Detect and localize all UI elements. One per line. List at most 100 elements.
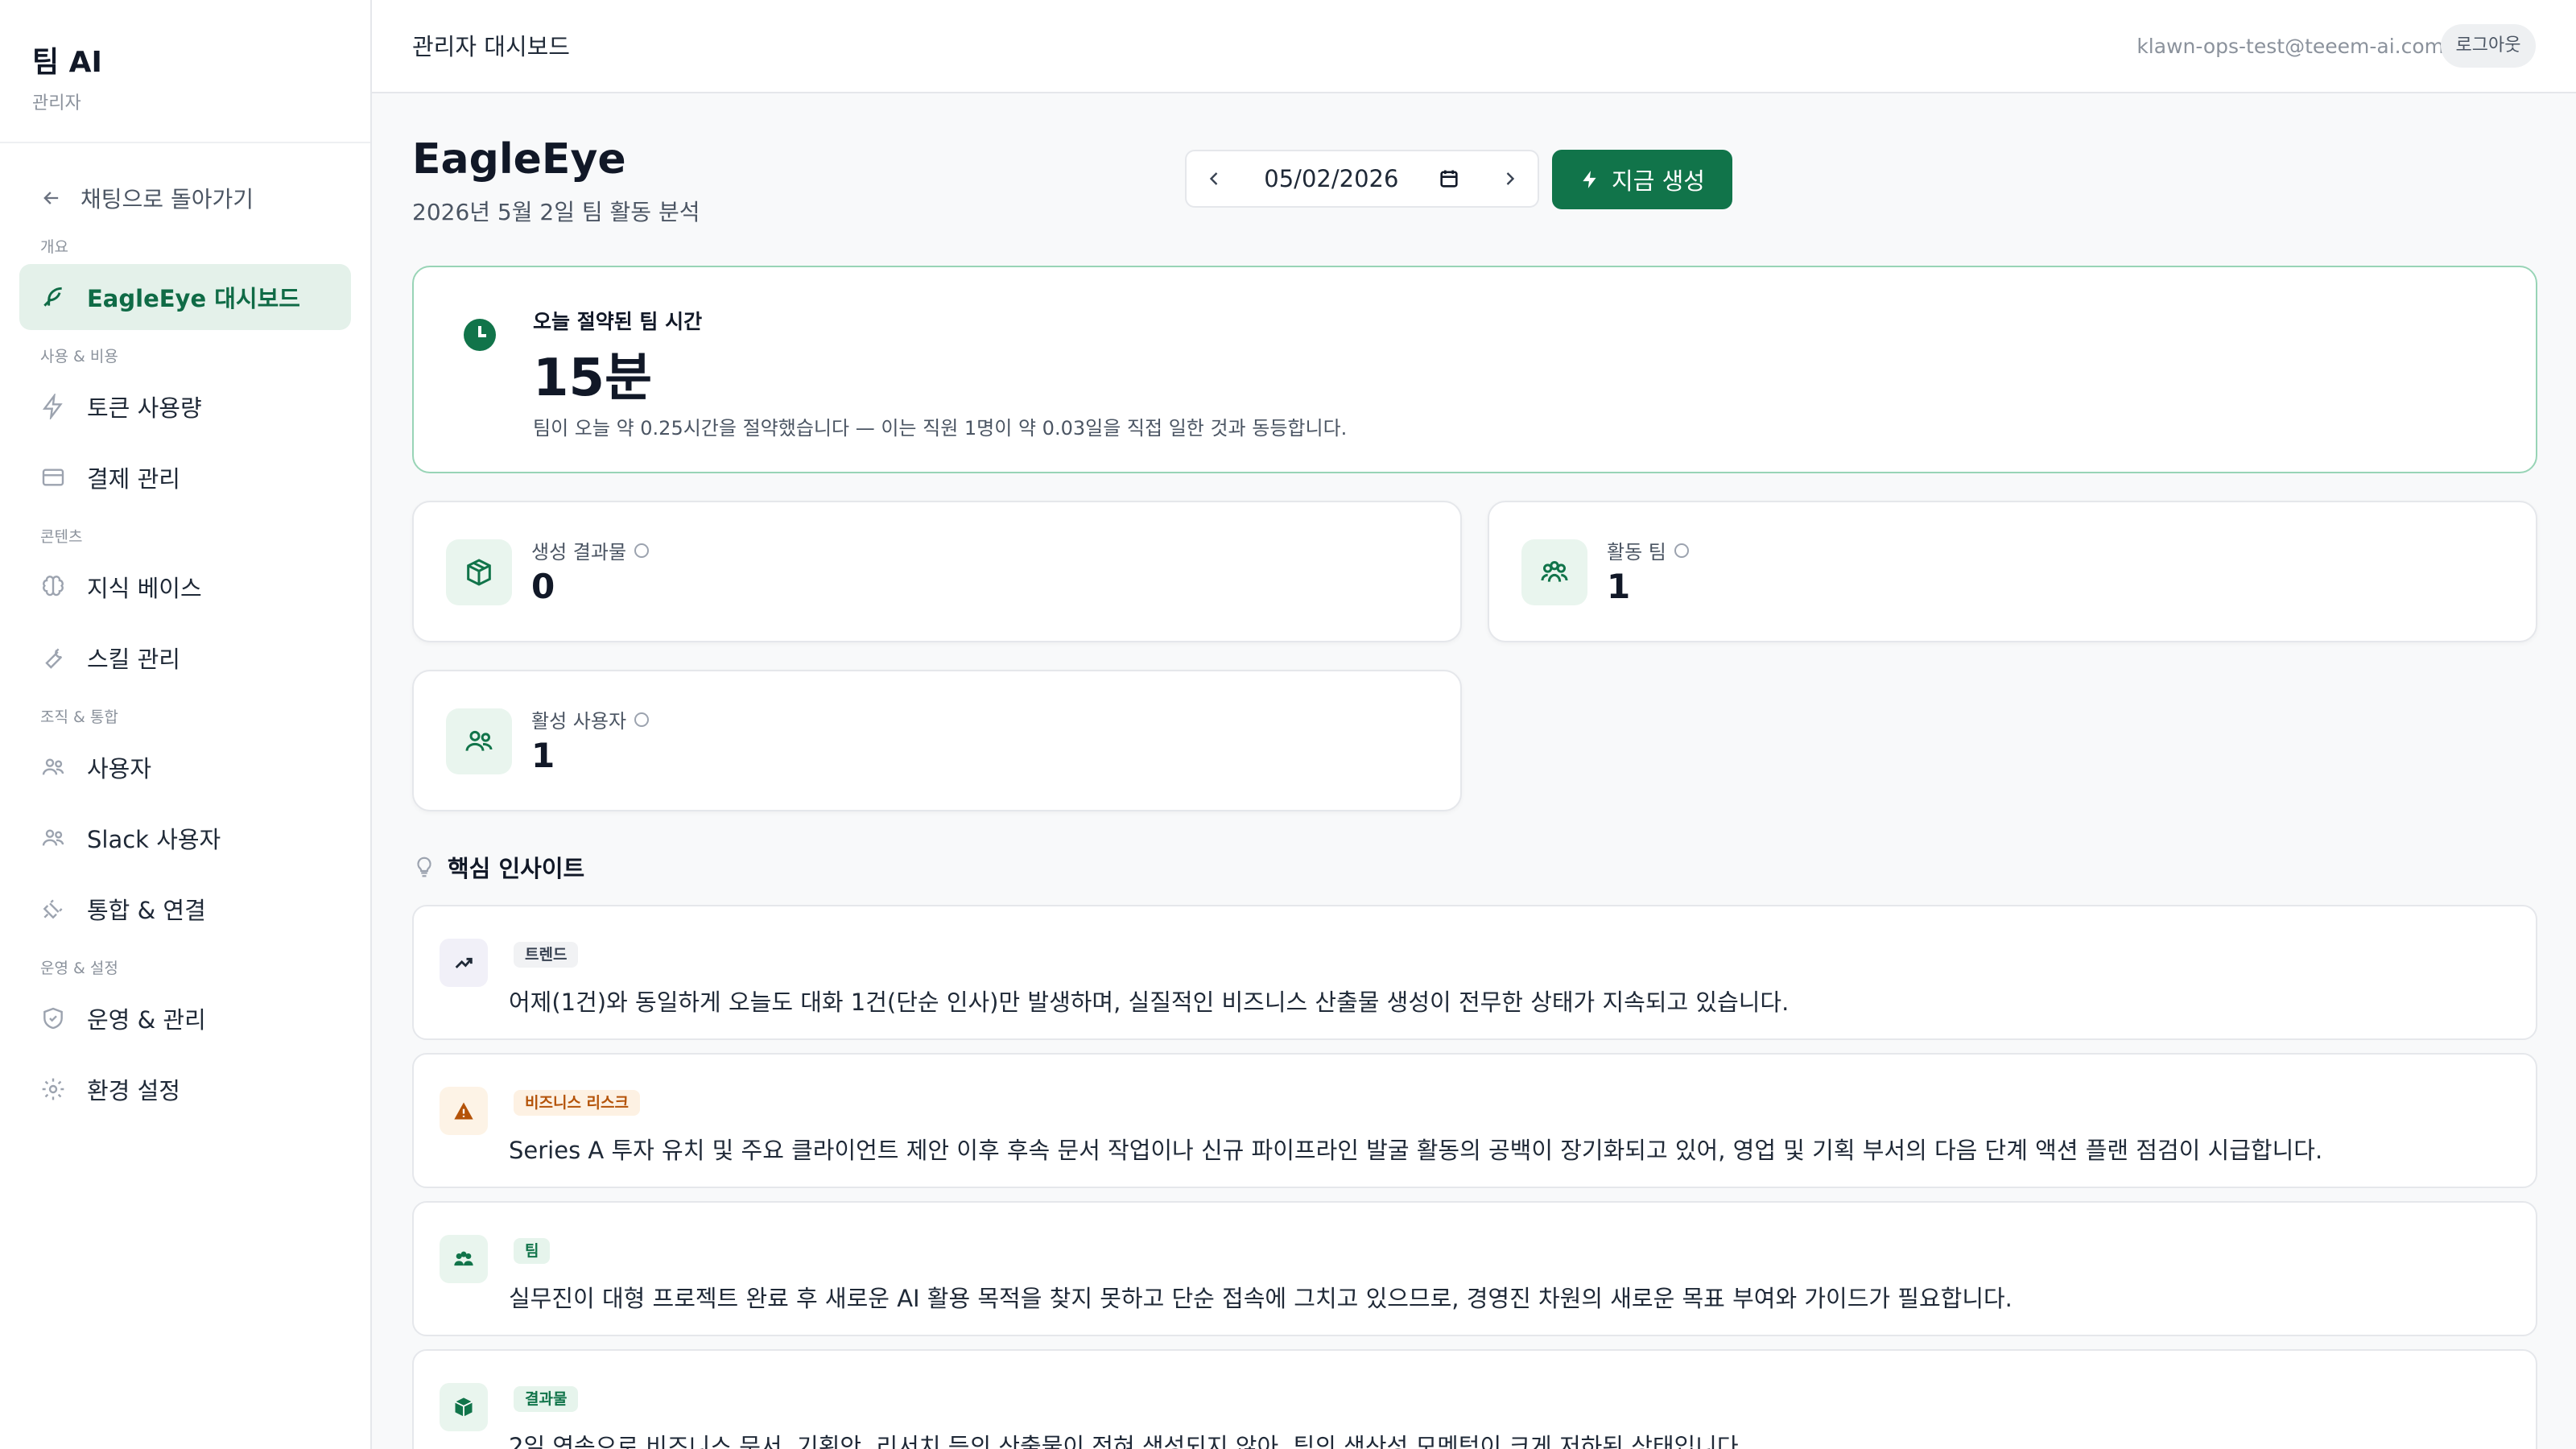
users-icon bbox=[42, 829, 64, 846]
topbar: 관리자 대시보드 klawn-ops-test@teeem-ai.com 로그아… bbox=[372, 0, 2576, 93]
arrow-left-icon bbox=[43, 192, 59, 204]
users-icon bbox=[446, 708, 512, 774]
sidebar-item-label: 통합 & 연결 bbox=[87, 897, 206, 924]
team-icon bbox=[440, 1235, 488, 1283]
section-ops: 운영 & 설정 bbox=[40, 960, 118, 977]
chevron-right-icon[interactable] bbox=[1499, 167, 1521, 190]
sidebar-item-users[interactable]: 사용자 bbox=[19, 734, 351, 800]
sidebar-item-integrations[interactable]: 통합 & 연결 bbox=[19, 876, 351, 942]
stat-label: 활성 사용자 bbox=[531, 705, 650, 733]
sidebar-item-eagleeye[interactable]: EagleEye 대시보드 bbox=[19, 264, 351, 330]
wrench-icon bbox=[45, 648, 63, 669]
stat-label-text: 활동 팀 bbox=[1607, 541, 1666, 564]
lightbulb-icon bbox=[417, 857, 431, 877]
info-icon[interactable] bbox=[1674, 543, 1689, 558]
team-icon bbox=[1521, 539, 1587, 605]
stat-label: 생성 결과물 bbox=[531, 536, 650, 564]
warning-icon bbox=[440, 1087, 488, 1135]
sidebar: 팀 AI 관리자 채팅으로 돌아가기 개요 EagleEye 대시보드 사용 &… bbox=[0, 0, 372, 1449]
insight-tag: 결과물 bbox=[514, 1386, 579, 1412]
info-icon[interactable] bbox=[634, 712, 650, 727]
stat-label: 활동 팀 bbox=[1607, 536, 1689, 564]
insight-card-risk: 비즈니스 리스크 Series A 투자 유치 및 주요 클라이언트 제안 이후… bbox=[412, 1053, 2537, 1188]
brand-title: 팀 AI bbox=[32, 46, 102, 79]
insight-card-trend: 트렌드 어제(1건)와 동일하게 오늘도 대화 1건(단순 인사)만 발생하며,… bbox=[412, 905, 2537, 1040]
generate-now-label: 지금 생성 bbox=[1612, 167, 1705, 195]
sidebar-item-label: 토큰 사용량 bbox=[87, 394, 202, 422]
insight-text: 실무진이 대형 프로젝트 완료 후 새로운 AI 활용 목적을 찾지 못하고 단… bbox=[509, 1285, 2013, 1312]
sidebar-item-label: Slack 사용자 bbox=[87, 826, 221, 853]
lightning-icon bbox=[42, 394, 63, 419]
brand: 팀 AI 관리자 bbox=[0, 0, 370, 143]
logout-button[interactable]: 로그아웃 bbox=[2441, 24, 2536, 68]
section-overview: 개요 bbox=[40, 238, 68, 256]
stat-card-teams: 활동 팀 1 bbox=[1488, 501, 2537, 642]
sidebar-item-label: EagleEye 대시보드 bbox=[87, 285, 300, 312]
sidebar-item-slack-users[interactable]: Slack 사용자 bbox=[19, 805, 351, 871]
credit-card-icon bbox=[42, 469, 64, 486]
sidebar-nav: 채팅으로 돌아가기 개요 EagleEye 대시보드 사용 & 비용 토큰 사용… bbox=[0, 143, 370, 1143]
chevron-left-icon[interactable] bbox=[1203, 167, 1225, 190]
time-saved-description: 팀이 오늘 약 0.25시간을 절약했습니다 — 이는 직원 1명이 약 0.0… bbox=[533, 417, 1348, 440]
back-to-chat-label: 채팅으로 돌아가기 bbox=[80, 186, 254, 213]
stat-value: 1 bbox=[531, 736, 555, 775]
stat-label-text: 생성 결과물 bbox=[531, 541, 627, 564]
date-picker: 05/02/2026 bbox=[1185, 150, 1539, 208]
lightning-icon bbox=[1583, 171, 1596, 188]
shield-icon bbox=[43, 1007, 63, 1030]
stat-card-users: 활성 사용자 1 bbox=[412, 670, 1462, 811]
insights-heading-label: 핵심 인사이트 bbox=[448, 855, 585, 882]
section-org: 조직 & 통합 bbox=[40, 708, 118, 726]
insight-text: 2일 연속으로 비즈니스 문서, 기획안, 리서치 등의 산출물이 전혀 생성되… bbox=[509, 1433, 1746, 1449]
insight-tag: 트렌드 bbox=[514, 942, 579, 968]
info-icon[interactable] bbox=[634, 543, 650, 558]
sidebar-item-skills[interactable]: 스킬 관리 bbox=[19, 625, 351, 691]
insight-tag: 비즈니스 리스크 bbox=[514, 1090, 640, 1116]
page-subtitle: 2026년 5월 2일 팀 활동 분석 bbox=[412, 199, 700, 225]
feather-icon bbox=[43, 287, 62, 307]
insight-text: Series A 투자 유치 및 주요 클라이언트 제안 이후 후속 문서 작업… bbox=[509, 1137, 2323, 1164]
section-content: 콘텐츠 bbox=[40, 528, 83, 546]
calendar-icon[interactable] bbox=[1438, 167, 1460, 190]
gear-icon bbox=[42, 1078, 64, 1100]
user-email: klawn-ops-test@teeem-ai.com bbox=[2136, 35, 2444, 58]
sidebar-item-settings[interactable]: 환경 설정 bbox=[19, 1056, 351, 1122]
sidebar-item-knowledge[interactable]: 지식 베이스 bbox=[19, 554, 351, 620]
insight-text: 어제(1건)와 동일하게 오늘도 대화 1건(단순 인사)만 발생하며, 실질적… bbox=[509, 989, 1790, 1016]
generate-now-button[interactable]: 지금 생성 bbox=[1552, 150, 1732, 209]
main-content: EagleEye 2026년 5월 2일 팀 활동 분석 05/02/2026 … bbox=[372, 93, 2576, 1449]
sidebar-item-label: 스킬 관리 bbox=[87, 646, 180, 673]
stat-label-text: 활성 사용자 bbox=[531, 710, 627, 733]
package-icon bbox=[440, 1383, 488, 1431]
insight-card-outputs: 결과물 2일 연속으로 비즈니스 문서, 기획안, 리서치 등의 산출물이 전혀… bbox=[412, 1349, 2537, 1449]
users-icon bbox=[42, 758, 64, 775]
stat-value: 0 bbox=[531, 567, 555, 606]
back-to-chat-link[interactable]: 채팅으로 돌아가기 bbox=[19, 175, 351, 221]
sidebar-item-label: 사용자 bbox=[87, 755, 152, 782]
trend-up-icon bbox=[440, 939, 488, 987]
sidebar-item-tokens[interactable]: 토큰 사용량 bbox=[19, 374, 351, 440]
plug-icon bbox=[43, 899, 63, 919]
page-title: EagleEye bbox=[412, 135, 626, 184]
section-usage: 사용 & 비용 bbox=[40, 348, 118, 365]
sidebar-item-billing[interactable]: 결제 관리 bbox=[19, 444, 351, 510]
stat-value: 1 bbox=[1607, 567, 1631, 606]
sidebar-item-operations[interactable]: 운영 & 관리 bbox=[19, 985, 351, 1051]
sidebar-item-label: 지식 베이스 bbox=[87, 575, 202, 602]
sidebar-item-label: 환경 설정 bbox=[87, 1077, 180, 1104]
brand-subtitle: 관리자 bbox=[32, 93, 81, 114]
insights-heading: 핵심 인사이트 bbox=[412, 850, 584, 884]
time-saved-value: 15분 bbox=[533, 349, 652, 408]
sidebar-item-label: 운영 & 관리 bbox=[87, 1006, 206, 1034]
insight-card-team: 팀 실무진이 대형 프로젝트 완료 후 새로운 AI 활용 목적을 찾지 못하고… bbox=[412, 1201, 2537, 1336]
package-icon bbox=[446, 539, 512, 605]
topbar-title: 관리자 대시보드 bbox=[412, 33, 570, 60]
sidebar-item-label: 결제 관리 bbox=[87, 465, 180, 493]
insight-tag: 팀 bbox=[514, 1238, 551, 1264]
date-input[interactable]: 05/02/2026 bbox=[1264, 165, 1398, 192]
clock-icon bbox=[464, 319, 496, 351]
brain-icon bbox=[43, 576, 64, 597]
time-saved-card: 오늘 절약된 팀 시간 15분 팀이 오늘 약 0.25시간을 절약했습니다 —… bbox=[412, 266, 2537, 473]
time-saved-label: 오늘 절약된 팀 시간 bbox=[533, 310, 703, 333]
stat-card-outputs: 생성 결과물 0 bbox=[412, 501, 1462, 642]
